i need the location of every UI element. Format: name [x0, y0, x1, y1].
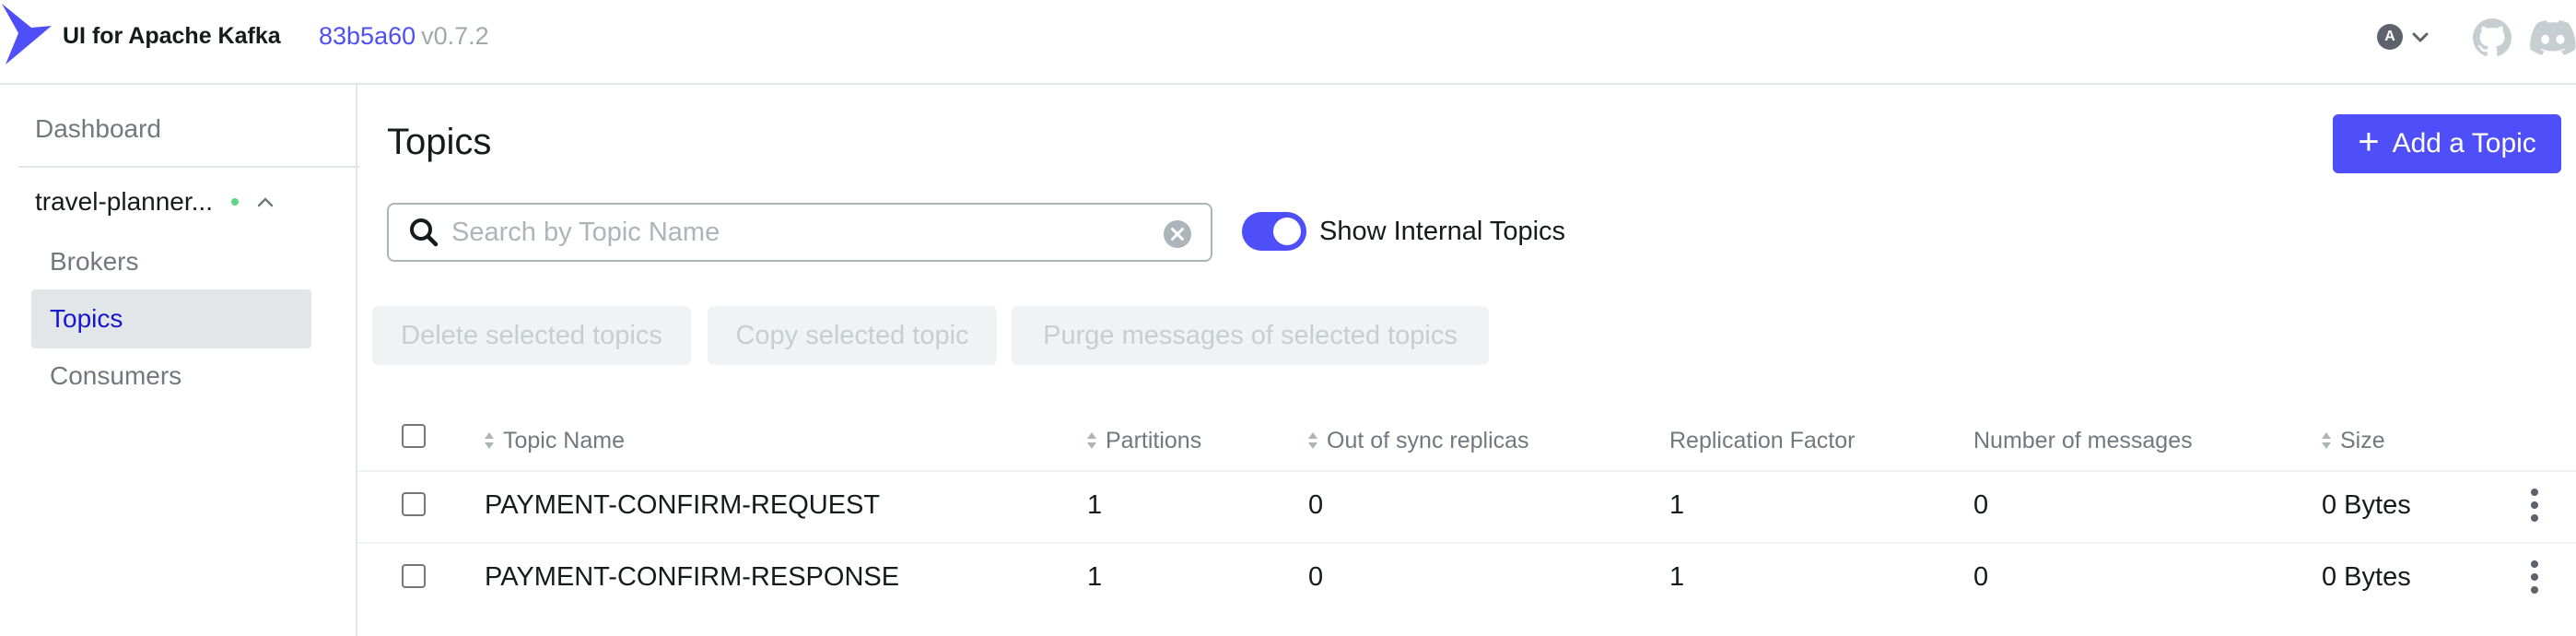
sort-icon: [2322, 432, 2331, 449]
purge-messages-button[interactable]: Purge messages of selected topics: [1012, 306, 1489, 365]
out-of-sync-cell: 0: [1308, 490, 1324, 520]
sort-icon: [1308, 432, 1317, 449]
cluster-name: travel-planner...: [35, 187, 213, 216]
chevron-down-icon: [2412, 32, 2429, 42]
row-divider: [357, 542, 2576, 544]
avatar: A: [2377, 24, 2403, 50]
toggle-knob: [1273, 218, 1301, 245]
column-header-label: Out of sync replicas: [1327, 428, 1529, 453]
replication-factor-cell: 1: [1669, 562, 1685, 592]
version-info: 83b5a60 v0.7.2: [319, 20, 489, 52]
sidebar-item-consumers[interactable]: Consumers: [31, 347, 311, 406]
version-hash-link[interactable]: 83b5a60: [319, 22, 416, 50]
row-checkbox[interactable]: [402, 564, 426, 588]
delete-selected-topics-button[interactable]: Delete selected topics: [372, 306, 691, 365]
row-divider: [357, 470, 2576, 472]
search-icon: [410, 218, 439, 247]
column-header-size[interactable]: Size: [2320, 426, 2385, 455]
sidebar: Dashboard travel-planner... Brokers Topi…: [0, 85, 359, 636]
size-cell: 0 Bytes: [2322, 490, 2411, 520]
add-topic-label: Add a Topic: [2392, 128, 2536, 159]
column-header-partitions[interactable]: Partitions: [1085, 426, 1201, 455]
sidebar-item-topics[interactable]: Topics: [31, 289, 311, 348]
column-header-number-of-messages: Number of messages: [1973, 426, 2193, 455]
messages-cell: 0: [1973, 490, 1989, 520]
sort-icon: [1087, 432, 1096, 449]
out-of-sync-cell: 0: [1308, 562, 1324, 592]
select-all-checkbox[interactable]: [402, 424, 426, 448]
replication-factor-cell: 1: [1669, 490, 1685, 520]
partitions-cell: 1: [1087, 562, 1103, 592]
plus-icon: +: [2358, 122, 2380, 162]
messages-cell: 0: [1973, 562, 1989, 592]
user-menu[interactable]: A: [2377, 20, 2441, 53]
kafka-logo-icon[interactable]: [0, 0, 55, 66]
column-header-out-of-sync[interactable]: Out of sync replicas: [1306, 426, 1529, 455]
cluster-menu[interactable]: travel-planner...: [35, 181, 311, 223]
search-box: [387, 203, 1212, 262]
chevron-up-icon[interactable]: [255, 192, 275, 212]
clear-icon[interactable]: [1163, 219, 1192, 249]
topic-name-link[interactable]: PAYMENT-CONFIRM-REQUEST: [485, 489, 880, 522]
sidebar-divider: [18, 166, 359, 168]
column-header-label: Topic Name: [503, 428, 625, 453]
sidebar-item-brokers[interactable]: Brokers: [31, 232, 311, 291]
partitions-cell: 1: [1087, 490, 1103, 520]
sidebar-item-dashboard[interactable]: Dashboard: [35, 112, 161, 146]
github-icon[interactable]: [2473, 18, 2512, 57]
topic-name-link[interactable]: PAYMENT-CONFIRM-RESPONSE: [485, 560, 899, 594]
show-internal-topics-toggle[interactable]: [1242, 212, 1306, 251]
version-tag: v0.7.2: [421, 22, 489, 50]
copy-selected-topic-button[interactable]: Copy selected topic: [708, 306, 997, 365]
column-header-replication-factor: Replication Factor: [1669, 426, 1855, 455]
kebab-menu-icon[interactable]: [2530, 489, 2539, 522]
cluster-status-dot: [231, 198, 239, 206]
column-header-label: Number of messages: [1973, 428, 2193, 453]
column-header-topic-name[interactable]: Topic Name: [483, 426, 625, 455]
size-cell: 0 Bytes: [2322, 562, 2411, 592]
search-input[interactable]: [451, 217, 1152, 248]
discord-icon[interactable]: [2530, 20, 2576, 55]
kebab-menu-icon[interactable]: [2530, 560, 2539, 594]
page-title: Topics: [387, 122, 492, 162]
show-internal-topics-label: Show Internal Topics: [1319, 217, 1566, 246]
top-header: UI for Apache Kafka 83b5a60 v0.7.2 A: [0, 0, 2576, 85]
sort-icon: [485, 432, 494, 449]
add-topic-button[interactable]: + Add a Topic: [2333, 114, 2561, 173]
column-header-label: Replication Factor: [1669, 428, 1856, 453]
column-header-label: Partitions: [1106, 428, 1202, 453]
column-header-label: Size: [2340, 428, 2385, 453]
row-checkbox[interactable]: [402, 492, 426, 516]
app-title[interactable]: UI for Apache Kafka: [63, 22, 281, 50]
